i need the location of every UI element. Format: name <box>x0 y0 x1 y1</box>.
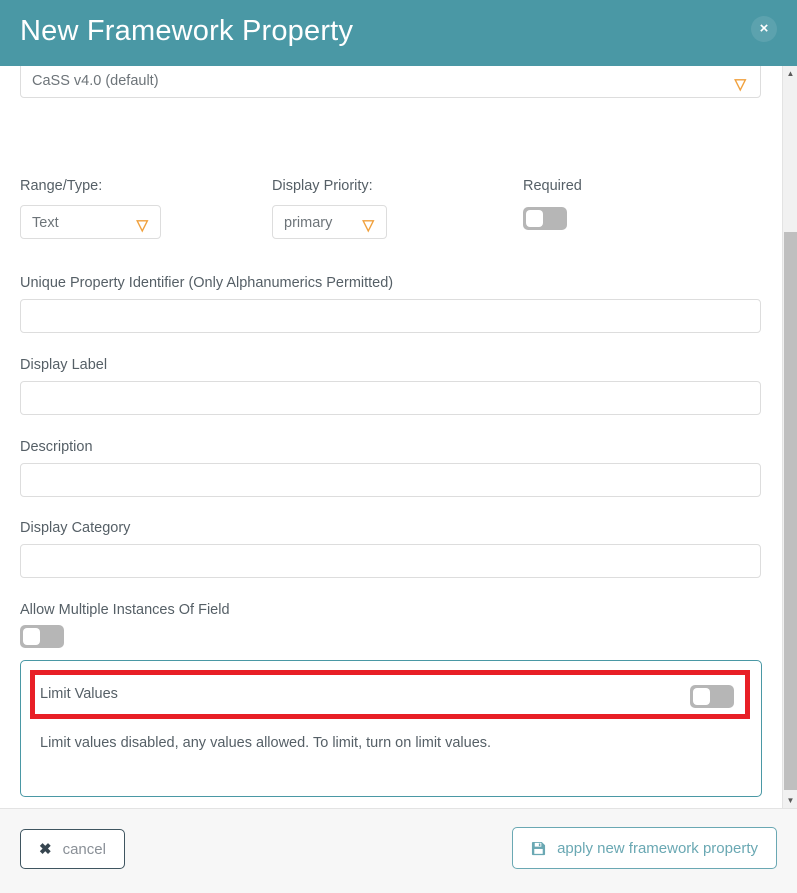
framework-select[interactable]: CaSS v4.0 (default) ▽ <box>20 66 761 98</box>
toggle-knob <box>526 210 543 227</box>
range-type-value: Text <box>32 215 59 231</box>
cancel-button[interactable]: ✖ cancel <box>20 829 125 869</box>
cancel-button-label: cancel <box>62 840 106 858</box>
page-title: New Framework Property <box>20 15 354 47</box>
apply-new-framework-property-button[interactable]: apply new framework property <box>512 827 777 869</box>
chevron-down-icon: ▽ <box>136 217 148 234</box>
modal-body: CaSS v4.0 (default) ▽ Range/Type: Text ▽… <box>0 66 782 808</box>
description-field: Description <box>20 439 761 497</box>
chevron-down-icon: ▽ <box>734 76 746 93</box>
limit-values-row: Limit Values <box>21 661 761 717</box>
display-priority-select[interactable]: primary ▽ <box>272 205 387 239</box>
unique-identifier-input[interactable] <box>20 299 761 333</box>
limit-values-panel: Limit Values Limit values disabled, any … <box>20 660 762 797</box>
toggle-knob <box>693 688 710 705</box>
chevron-down-icon: ▽ <box>362 217 374 234</box>
modal-header: New Framework Property × <box>0 0 797 66</box>
allow-multiple-field: Allow Multiple Instances Of Field <box>20 602 230 648</box>
save-icon <box>532 841 546 855</box>
vertical-scrollbar[interactable]: ▲ ▼ <box>782 66 797 808</box>
scroll-up-arrow-icon[interactable]: ▲ <box>783 66 797 81</box>
limit-values-toggle[interactable] <box>690 685 734 708</box>
range-type-select[interactable]: Text ▽ <box>20 205 161 239</box>
allow-multiple-toggle[interactable] <box>20 625 64 648</box>
description-input[interactable] <box>20 463 761 497</box>
unique-identifier-label: Unique Property Identifier (Only Alphanu… <box>20 275 394 291</box>
apply-button-label: apply new framework property <box>557 839 758 857</box>
display-label-input[interactable] <box>20 381 761 415</box>
display-label-label: Display Label <box>20 357 108 373</box>
limit-values-description: Limit values disabled, any values allowe… <box>40 735 492 751</box>
display-priority-label: Display Priority: <box>272 178 373 194</box>
display-category-label: Display Category <box>20 520 131 536</box>
scrollbar-thumb[interactable] <box>784 232 797 790</box>
unique-identifier-field: Unique Property Identifier (Only Alphanu… <box>20 275 761 333</box>
allow-multiple-label: Allow Multiple Instances Of Field <box>20 602 230 618</box>
scroll-down-arrow-icon[interactable]: ▼ <box>783 793 797 808</box>
new-framework-property-modal: New Framework Property × CaSS v4.0 (defa… <box>0 0 797 893</box>
toggle-knob <box>23 628 40 645</box>
required-toggle[interactable] <box>523 207 567 230</box>
display-priority-value: primary <box>284 215 333 231</box>
required-label: Required <box>523 178 582 194</box>
modal-footer: ✖ cancel apply new framework property <box>0 808 797 893</box>
display-category-field: Display Category <box>20 520 761 578</box>
limit-values-label: Limit Values <box>40 686 118 702</box>
range-type-label: Range/Type: <box>20 178 103 194</box>
close-icon[interactable]: × <box>751 16 777 42</box>
display-category-input[interactable] <box>20 544 761 578</box>
description-label: Description <box>20 439 93 455</box>
display-label-field: Display Label <box>20 357 761 415</box>
framework-select-value: CaSS v4.0 (default) <box>32 73 159 89</box>
close-icon: ✖ <box>39 840 52 858</box>
